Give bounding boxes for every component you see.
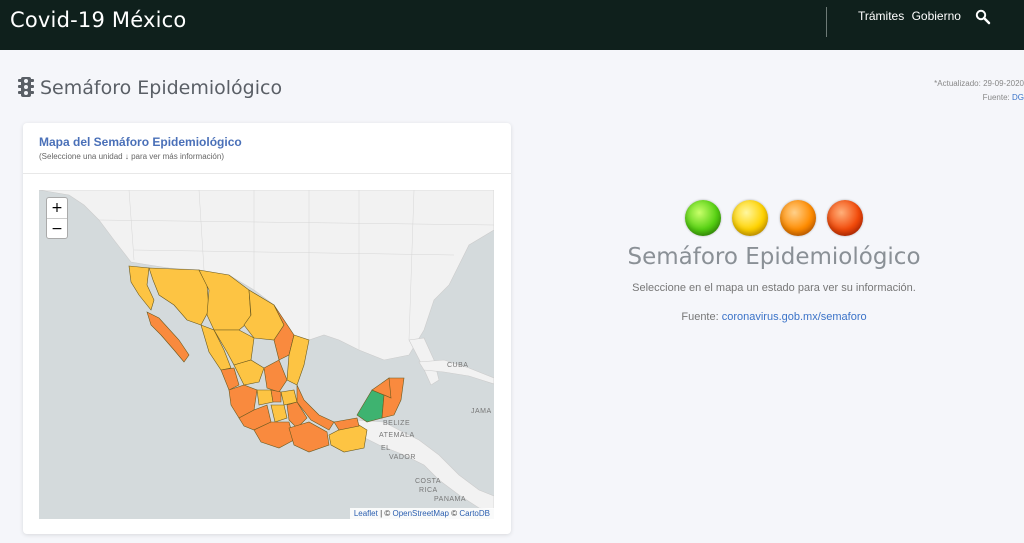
state-san-luis-potosi <box>263 359 288 393</box>
info-source-link[interactable]: coronavirus.gob.mx/semaforo <box>722 311 867 323</box>
state-campeche <box>356 389 385 423</box>
map-card-subtitle: (Seleccione una unidad ↓ para ver más in… <box>39 152 224 161</box>
state-baja-california-sur <box>146 311 190 363</box>
updated-source-link[interactable]: DG <box>1012 93 1024 102</box>
page-title-text: Semáforo Epidemiológico <box>40 77 283 99</box>
traffic-light-icon <box>18 77 34 97</box>
map-label-rica: RICA <box>419 487 438 494</box>
light-green-icon <box>685 200 722 236</box>
traffic-lights <box>524 200 1024 240</box>
map-label-cuba: CUBA <box>447 362 469 369</box>
info-panel: Semáforo Epidemiológico Seleccione en el… <box>524 200 1024 323</box>
info-source-label: Fuente: <box>681 311 719 323</box>
map-card-title: Mapa del Semáforo Epidemiológico <box>39 135 242 149</box>
state-nayarit <box>220 367 240 391</box>
page-title: Semáforo Epidemiológico <box>18 77 282 99</box>
map-label-belize: BELIZE <box>383 420 411 427</box>
map-label-guatemala: ATEMALA <box>379 432 415 439</box>
attrib-leaflet-link[interactable]: Leaflet <box>354 509 378 518</box>
light-orange-icon <box>779 200 816 236</box>
attrib-osm-link[interactable]: OpenStreetMap <box>392 509 448 518</box>
nav-link-gobierno[interactable]: Gobierno <box>912 9 961 23</box>
updated-date: *Actualizado: 29-09-2020 <box>934 79 1024 88</box>
updated-source: Fuente: DG <box>934 91 1024 105</box>
state-sonora <box>148 267 210 326</box>
state-zacatecas <box>233 359 265 386</box>
light-red-icon <box>826 200 863 236</box>
map-label-jamaica: JAMA <box>471 408 492 415</box>
map-label-panama: PANAMA <box>434 496 467 503</box>
updated-source-label: Fuente: <box>982 93 1010 102</box>
info-title: Semáforo Epidemiológico <box>627 244 921 270</box>
zoom-out-button[interactable]: − <box>47 218 67 238</box>
nav-divider <box>826 7 827 37</box>
attrib-sep1: | © <box>377 509 393 518</box>
nav-link-tramites[interactable]: Trámites <box>858 9 904 23</box>
zoom-in-button[interactable]: + <box>47 198 67 218</box>
leaflet-map[interactable]: CUBA JAMA BELIZE ATEMALA EL VADOR COSTA … <box>39 190 494 519</box>
state-queretaro <box>270 389 282 403</box>
state-mexico <box>270 404 288 423</box>
nav-links: Trámites Gobierno <box>858 9 965 23</box>
map-card: Mapa del Semáforo Epidemiológico (Selecc… <box>23 123 511 534</box>
zoom-control: + − <box>46 197 68 239</box>
state-guanajuato <box>256 389 274 406</box>
land-central-america <box>353 419 494 511</box>
map-label-salvador: VADOR <box>389 454 416 461</box>
map-card-header: Mapa del Semáforo Epidemiológico (Selecc… <box>23 123 511 174</box>
map-label-el: EL <box>381 445 391 452</box>
brand-title[interactable]: Covid-19 México <box>10 8 186 32</box>
top-navbar: Covid-19 México Trámites Gobierno <box>0 0 1024 50</box>
attrib-carto-link[interactable]: CartoDB <box>459 509 490 518</box>
search-icon[interactable] <box>975 9 991 25</box>
info-instructions: Seleccione en el mapa un estado para ver… <box>632 282 916 294</box>
map-canvas <box>39 190 494 511</box>
map-label-costa: COSTA <box>415 478 442 485</box>
map-attribution: Leaflet | © OpenStreetMap © CartoDB <box>349 508 494 519</box>
updated-info: *Actualizado: 29-09-2020 Fuente: DG <box>934 77 1024 105</box>
attrib-sep2: © <box>448 509 460 518</box>
info-source: Fuente: coronavirus.gob.mx/semaforo <box>524 311 1024 323</box>
state-veracruz <box>296 384 335 431</box>
light-yellow-icon <box>732 200 769 236</box>
